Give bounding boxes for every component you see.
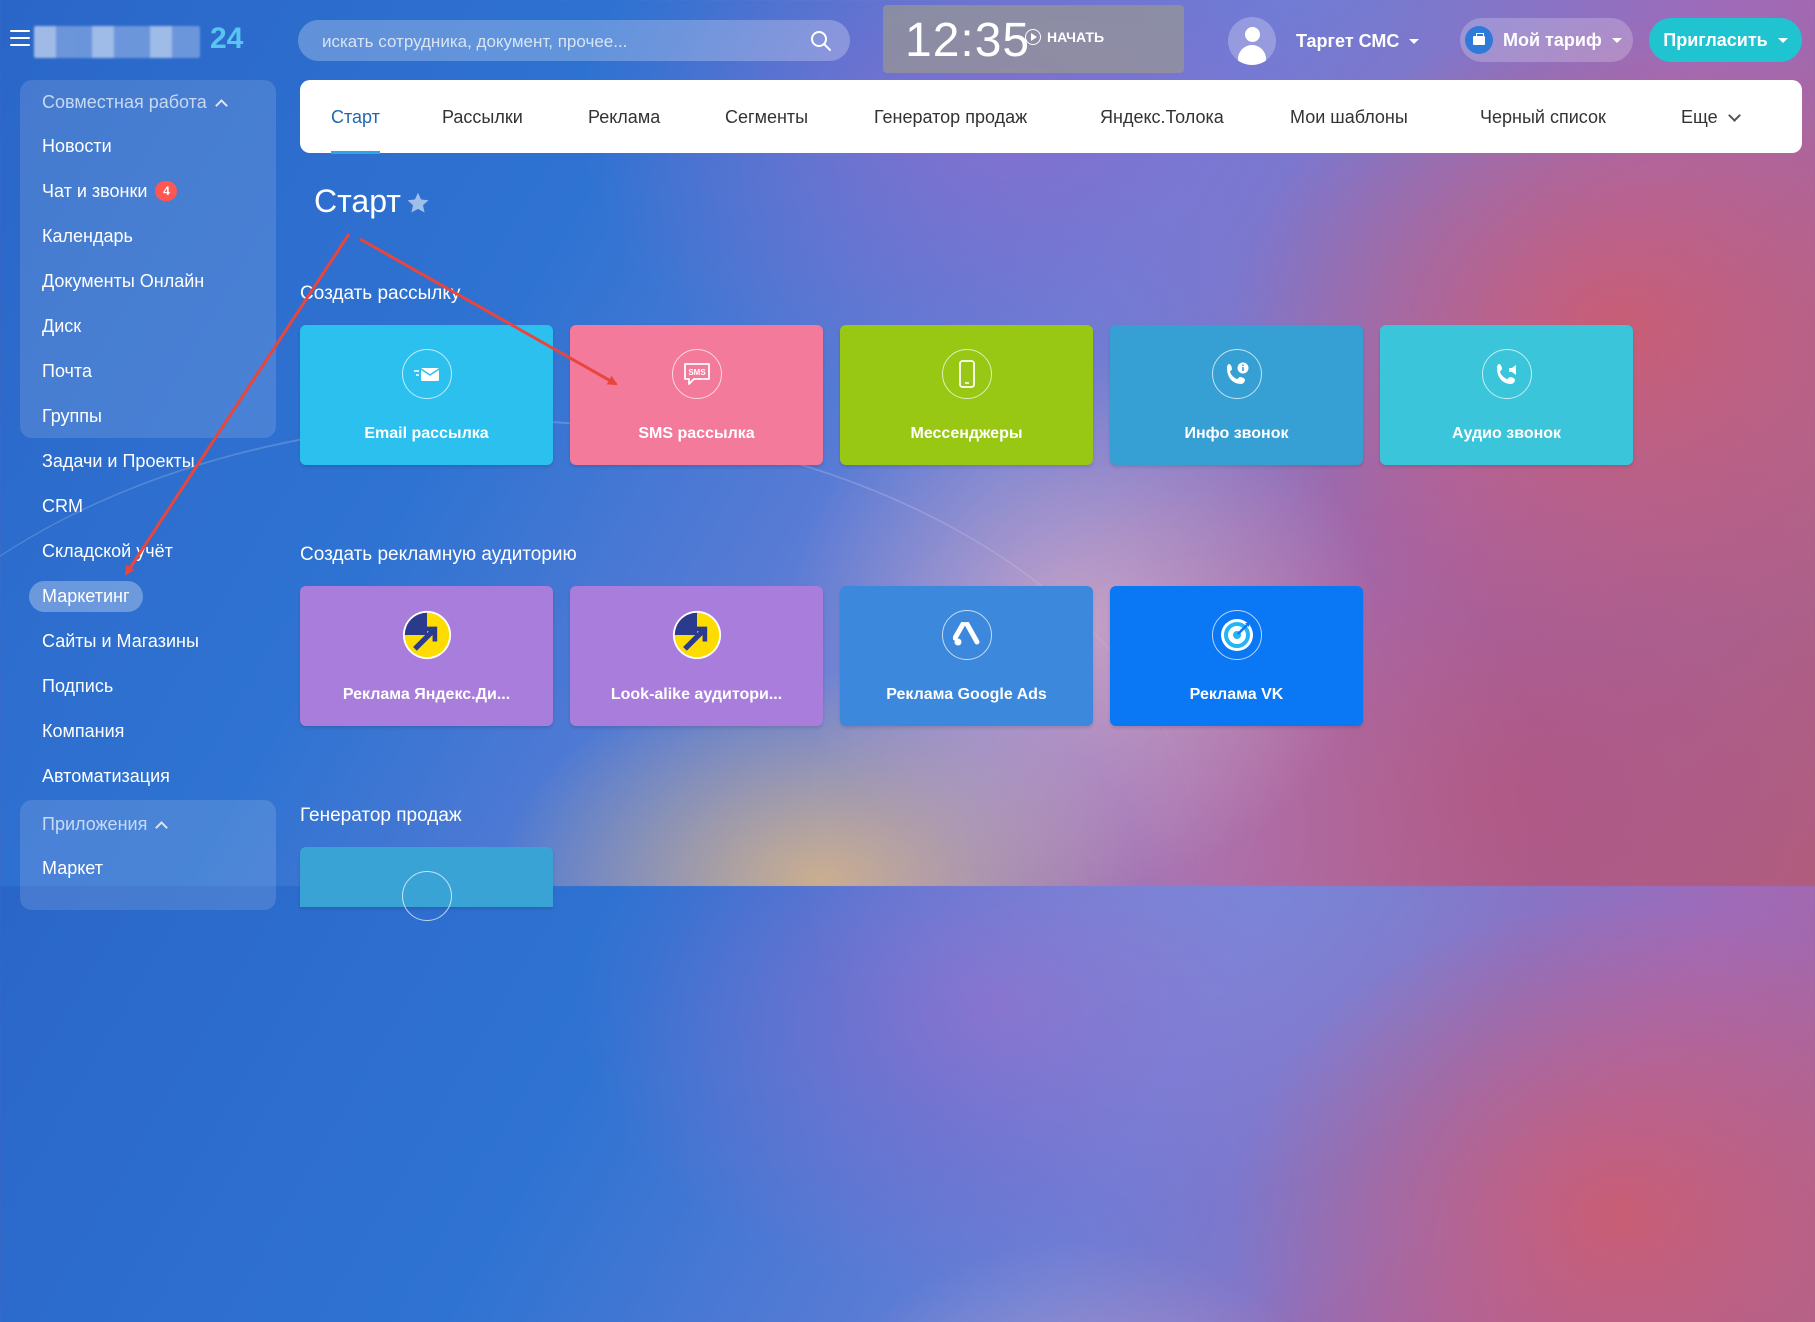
search-box: [298, 20, 850, 63]
search-icon[interactable]: [810, 30, 832, 52]
sidebar-item-inventory[interactable]: Складской учёт: [42, 541, 173, 562]
chevron-down-icon: [1409, 38, 1420, 44]
tariff-label: Мой тариф: [1503, 29, 1602, 50]
play-icon: [1025, 29, 1041, 45]
email-icon: [402, 349, 452, 399]
search-input[interactable]: [320, 20, 794, 63]
favorite-star-icon[interactable]: [405, 190, 431, 216]
chevron-down-icon: [1777, 37, 1788, 43]
tile-label: Реклама Google Ads: [886, 686, 1047, 703]
page-title: Старт: [314, 183, 401, 219]
section-title-sales-generator: Генератор продаж: [300, 805, 462, 826]
sales-generator-icon: [402, 871, 452, 921]
tile-vk-ads[interactable]: Реклама VK: [1110, 586, 1363, 726]
tile-look-alike[interactable]: Look-alike аудитори...: [570, 586, 823, 726]
svg-text:SMS: SMS: [688, 368, 706, 377]
tile-info-call[interactable]: Инфо звонок: [1110, 325, 1363, 465]
info-call-icon: [1212, 349, 1262, 399]
sidebar-item-groups[interactable]: Группы: [42, 406, 102, 427]
tile-label: Look-alike аудитори...: [610, 686, 783, 703]
my-tariff-button[interactable]: Мой тариф: [1460, 18, 1633, 62]
avatar: [1228, 17, 1276, 65]
start-label: НАЧАТЬ: [1047, 29, 1105, 45]
start-workday-button[interactable]: НАЧАТЬ: [1025, 29, 1104, 45]
tile-messengers[interactable]: Мессенджеры: [840, 325, 1093, 465]
work-day-widget: 12:35 НАЧАТЬ: [883, 5, 1184, 73]
vk-icon: [1212, 610, 1262, 660]
tile-label: Реклама Яндекс.Ди...: [342, 686, 511, 703]
tab-my-templates[interactable]: Мои шаблоны: [1290, 107, 1408, 128]
tile-label: Аудио звонок: [1451, 425, 1562, 442]
sidebar-item-news[interactable]: Новости: [42, 136, 112, 157]
tile-label: Инфо звонок: [1184, 425, 1289, 442]
tile-google-ads[interactable]: Реклама Google Ads: [840, 586, 1093, 726]
logo-blurred[interactable]: [34, 26, 200, 58]
tile-yandex-direct[interactable]: Реклама Яндекс.Ди...: [300, 586, 553, 726]
tab-more[interactable]: Еще: [1681, 107, 1741, 128]
chevron-down-icon: [1727, 109, 1741, 122]
chat-counter-badge: 4: [155, 181, 178, 201]
top-header: 24 12:35 НАЧАТЬ Таргет СМС Мой тариф При…: [0, 0, 1815, 80]
sidebar-item-crm[interactable]: CRM: [42, 496, 83, 517]
sidebar-item-docs-online[interactable]: Документы Онлайн: [42, 271, 204, 292]
sms-icon: SMS: [672, 349, 722, 399]
logo-suffix: 24: [210, 22, 244, 55]
group-apps-title: Приложения: [42, 814, 148, 834]
sidebar-item-chat[interactable]: Чат и звонки 4: [42, 181, 178, 202]
clock-time: 12:35: [905, 14, 1031, 67]
user-name: Таргет СМС: [1296, 30, 1400, 51]
invite-button[interactable]: Пригласить: [1649, 18, 1802, 62]
chevron-up-icon: [155, 821, 169, 834]
tab-start[interactable]: Старт: [331, 107, 380, 154]
tile-sms-mailing[interactable]: SMS SMS рассылка: [570, 325, 823, 465]
group-apps-header[interactable]: Приложения: [42, 814, 169, 835]
google-ads-icon: [942, 610, 992, 660]
sidebar-item-sign[interactable]: Подпись: [42, 676, 113, 697]
briefcase-icon: [1465, 26, 1493, 54]
tab-mailings[interactable]: Рассылки: [442, 107, 523, 128]
tile-label: Мессенджеры: [910, 425, 1023, 442]
sidebar-item-market[interactable]: Маркет: [42, 858, 103, 879]
tab-ads[interactable]: Реклама: [588, 107, 660, 128]
tile-sales-generator[interactable]: [300, 847, 553, 921]
tab-yandex-toloka[interactable]: Яндекс.Толока: [1100, 107, 1224, 128]
user-menu[interactable]: Таргет СМС: [1228, 16, 1420, 66]
sidebar-item-disk[interactable]: Диск: [42, 316, 81, 337]
chevron-down-icon: [1611, 37, 1622, 43]
tile-label: Реклама VK: [1189, 686, 1284, 703]
sidebar-item-mail[interactable]: Почта: [42, 361, 92, 382]
invite-label: Пригласить: [1663, 29, 1768, 50]
sidebar-item-marketing[interactable]: Маркетинг: [29, 581, 143, 612]
group-collaboration: [20, 80, 276, 438]
yandex-direct-icon: [672, 610, 722, 660]
sidebar-item-tasks[interactable]: Задачи и Проекты: [42, 451, 195, 472]
smartphone-icon: [942, 349, 992, 399]
tab-sales-generator[interactable]: Генератор продаж: [874, 107, 1027, 128]
section-title-ad-audience: Создать рекламную аудиторию: [300, 544, 577, 565]
group-collaboration-header[interactable]: Совместная работа: [42, 92, 228, 113]
left-sidebar: Совместная работа Новости Чат и звонки 4 …: [0, 80, 280, 910]
tab-blacklist[interactable]: Черный список: [1480, 107, 1606, 128]
yandex-direct-icon: [402, 610, 452, 660]
sidebar-item-sites[interactable]: Сайты и Магазины: [42, 631, 199, 652]
tab-segments[interactable]: Сегменты: [725, 107, 808, 128]
audio-call-icon: [1482, 349, 1532, 399]
tile-email-mailing[interactable]: Email рассылка: [300, 325, 553, 465]
section-title-mailing: Создать рассылку: [300, 283, 461, 304]
sidebar-item-calendar[interactable]: Календарь: [42, 226, 133, 247]
sidebar-item-automation[interactable]: Автоматизация: [42, 766, 170, 787]
tile-label: Email рассылка: [364, 425, 489, 442]
tile-audio-call[interactable]: Аудио звонок: [1380, 325, 1633, 465]
sidebar-item-company[interactable]: Компания: [42, 721, 124, 742]
tab-more-label: Еще: [1681, 107, 1718, 127]
sidebar-item-label: Чат и звонки: [42, 181, 148, 201]
tile-label: SMS рассылка: [638, 425, 755, 442]
chevron-up-icon: [214, 99, 228, 112]
menu-icon[interactable]: [10, 30, 30, 46]
marketing-tabs: Старт Рассылки Реклама Сегменты Генерато…: [300, 80, 1802, 154]
group-collaboration-title: Совместная работа: [42, 92, 207, 112]
